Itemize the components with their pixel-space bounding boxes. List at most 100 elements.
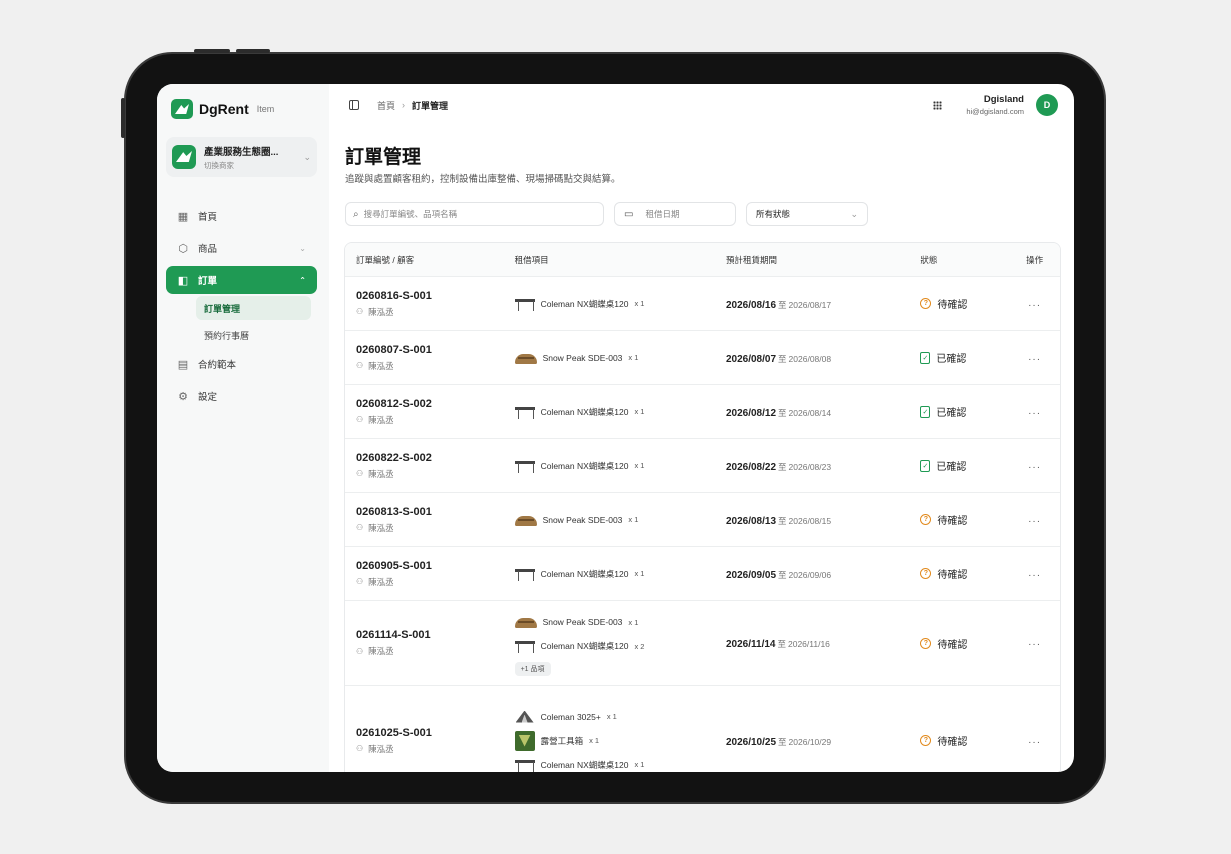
item-qty: x 1 <box>634 407 645 416</box>
action-cell: ··· <box>1009 349 1060 367</box>
page-description: 追蹤與處置顧客租約，控制設備出庫整備、現場掃碼點交與結算。 <box>345 174 621 185</box>
header-period[interactable]: 預計租賃期間 <box>715 254 909 266</box>
header-status[interactable]: 狀態 <box>909 254 1009 266</box>
search-icon: ⌕ <box>353 208 359 220</box>
more-actions-button[interactable]: ··· <box>1028 570 1041 581</box>
table-header: 訂單編號 / 顧客 租借項目 預計租賃期間 狀態 操作 <box>345 243 1060 277</box>
brand-sub: Item <box>256 104 275 114</box>
table-row[interactable]: 0260812-S-002 ⚇ 陳泓丞 Coleman NX蝴蝶桌120 x 1 2026… <box>345 385 1060 439</box>
sidebar-item-label: 合約範本 <box>198 360 237 371</box>
order-number[interactable]: 0261114-S-001 <box>356 629 504 641</box>
app-screen: DgRent Item 產業服務生態圈... 切換商家 ⌄ ▦ 首頁 ⬡ 商品 … <box>157 84 1074 772</box>
sidebar-item-orders[interactable]: ◧ 訂單 ⌃ <box>166 266 317 294</box>
sidebar-item-home[interactable]: ▦ 首頁 <box>166 202 317 230</box>
user-icon: ⚇ <box>356 307 364 316</box>
sidebar-item-label: 訂單 <box>198 276 218 287</box>
more-actions-button[interactable]: ··· <box>1028 462 1041 473</box>
more-actions-button[interactable]: ··· <box>1028 408 1041 419</box>
table-row[interactable]: 0260813-S-001 ⚇ 陳泓丞 Snow Peak SDE-003 x 1 202… <box>345 493 1060 547</box>
customer: ⚇ 陳泓丞 <box>356 468 504 480</box>
items-cell: Coleman NX蝴蝶桌120 x 1 <box>504 454 715 478</box>
order-number[interactable]: 0260822-S-002 <box>356 452 504 464</box>
action-cell: ··· <box>1009 565 1060 583</box>
more-actions-button[interactable]: ··· <box>1028 300 1041 311</box>
order-cell: 0260813-S-001 ⚇ 陳泓丞 <box>345 506 504 534</box>
tablet-side-button <box>121 98 125 138</box>
header-items[interactable]: 租借項目 <box>504 254 715 266</box>
customer: ⚇ 陳泓丞 <box>356 306 504 318</box>
avatar[interactable]: D <box>1036 94 1058 116</box>
store-switcher[interactable]: 產業服務生態圈... 切換商家 ⌄ <box>166 137 317 177</box>
document-icon: ▤ <box>177 358 189 371</box>
table-row[interactable]: 0260816-S-001 ⚇ 陳泓丞 Coleman NX蝴蝶桌120 x 1 2026… <box>345 277 1060 331</box>
header-order[interactable]: 訂單編號 / 顧客 <box>345 254 504 266</box>
rental-item: Coleman NX蝴蝶桌120 x 1 <box>514 753 715 773</box>
item-name: Coleman NX蝴蝶桌120 <box>540 298 629 309</box>
order-number[interactable]: 0260816-S-001 <box>356 290 504 302</box>
action-cell: ··· <box>1009 295 1060 313</box>
order-number[interactable]: 0260812-S-002 <box>356 398 504 410</box>
status-badge: ✓ 已確認 <box>920 404 1009 419</box>
item-qty: x 1 <box>606 712 617 721</box>
orders-table: 訂單編號 / 顧客 租借項目 預計租賃期間 狀態 操作 0260816-S-00… <box>344 242 1061 772</box>
table-row[interactable]: 0261114-S-001 ⚇ 陳泓丞 Snow Peak SDE-003 x 1 Col… <box>345 601 1060 686</box>
brand-logo[interactable]: DgRent Item <box>171 99 274 119</box>
table-row[interactable]: 0261025-S-001 ⚇ 陳泓丞 Coleman 3025+ x 1 露營工具箱 x … <box>345 686 1060 772</box>
order-cell: 0260807-S-001 ⚇ 陳泓丞 <box>345 344 504 372</box>
table-row[interactable]: 0260905-S-001 ⚇ 陳泓丞 Coleman NX蝴蝶桌120 x 1 2026… <box>345 547 1060 601</box>
status-badge: ? 待確認 <box>920 296 1009 311</box>
more-items-chip[interactable]: +1 品項 <box>514 662 551 676</box>
search-input[interactable] <box>363 209 596 219</box>
rental-item: Snow Peak SDE-003 x 1 <box>514 346 715 370</box>
breadcrumb-home[interactable]: 首頁 <box>377 99 395 112</box>
item-qty: x 1 <box>628 617 639 627</box>
brand-name: DgRent <box>199 101 249 117</box>
sidebar-subitem-booking-calendar[interactable]: 預約行事曆 <box>196 323 311 347</box>
period-start: 2026/08/22 <box>725 461 777 473</box>
tent-thumbnail-icon <box>514 614 537 630</box>
status-badge: ✓ 已確認 <box>920 458 1009 473</box>
question-circle-icon: ? <box>920 735 932 746</box>
more-actions-button[interactable]: ··· <box>1028 639 1041 650</box>
box-thumbnail-icon <box>514 730 535 751</box>
status-badge: ? 待確認 <box>920 733 1009 748</box>
period-separator: 至 <box>778 299 787 310</box>
search-box[interactable]: ⌕ <box>345 202 604 226</box>
more-actions-button[interactable]: ··· <box>1028 737 1041 748</box>
action-cell: ··· <box>1009 403 1060 421</box>
more-actions-button[interactable]: ··· <box>1028 516 1041 527</box>
customer-name: 陳泓丞 <box>368 743 394 754</box>
action-cell: ··· <box>1009 732 1060 750</box>
status-select[interactable]: 所有狀態 ⌄ <box>746 202 868 226</box>
period-end: 2026/08/23 <box>788 461 832 472</box>
apps-grid-icon[interactable] <box>933 100 943 110</box>
item-qty: x 2 <box>634 641 645 651</box>
more-actions-button[interactable]: ··· <box>1028 354 1041 365</box>
status-select-value: 所有狀態 <box>756 209 791 219</box>
sidebar-item-products[interactable]: ⬡ 商品 ⌄ <box>166 234 317 262</box>
date-filter[interactable]: ▭ 租借日期 <box>614 202 736 226</box>
order-number[interactable]: 0261025-S-001 <box>356 727 504 739</box>
items-cell: Snow Peak SDE-003 x 1 Coleman NX蝴蝶桌120 x 2 +… <box>504 610 715 676</box>
sidebar-toggle-icon[interactable] <box>349 100 359 110</box>
order-number[interactable]: 0260905-S-001 <box>356 560 504 572</box>
item-qty: x 1 <box>628 515 639 524</box>
period-start: 2026/09/05 <box>725 569 777 581</box>
table-row[interactable]: 0260822-S-002 ⚇ 陳泓丞 Coleman NX蝴蝶桌120 x 1 2026… <box>345 439 1060 493</box>
order-cell: 0260905-S-001 ⚇ 陳泓丞 <box>345 560 504 588</box>
order-number[interactable]: 0260813-S-001 <box>356 506 504 518</box>
question-circle-icon: ? <box>920 298 932 309</box>
table-row[interactable]: 0260807-S-001 ⚇ 陳泓丞 Snow Peak SDE-003 x 1 202… <box>345 331 1060 385</box>
items-cell: Snow Peak SDE-003 x 1 <box>504 508 715 532</box>
period-cell: 2026/08/07 至 2026/08/08 <box>715 349 909 367</box>
sidebar-subitem-order-management[interactable]: 訂單管理 <box>196 296 311 320</box>
order-number[interactable]: 0260807-S-001 <box>356 344 504 356</box>
sidebar-item-contract-templates[interactable]: ▤ 合約範本 <box>166 350 317 378</box>
period-start: 2026/11/14 <box>725 639 776 650</box>
sidebar-item-settings[interactable]: ⚙ 設定 <box>166 382 317 410</box>
user-icon: ⚇ <box>356 577 364 586</box>
customer: ⚇ 陳泓丞 <box>356 645 504 657</box>
sidebar: DgRent Item 產業服務生態圈... 切換商家 ⌄ ▦ 首頁 ⬡ 商品 … <box>157 84 329 772</box>
user-info[interactable]: Dgisland hi@dgisland.com <box>966 94 1024 116</box>
mountain-logo-icon <box>171 99 193 119</box>
